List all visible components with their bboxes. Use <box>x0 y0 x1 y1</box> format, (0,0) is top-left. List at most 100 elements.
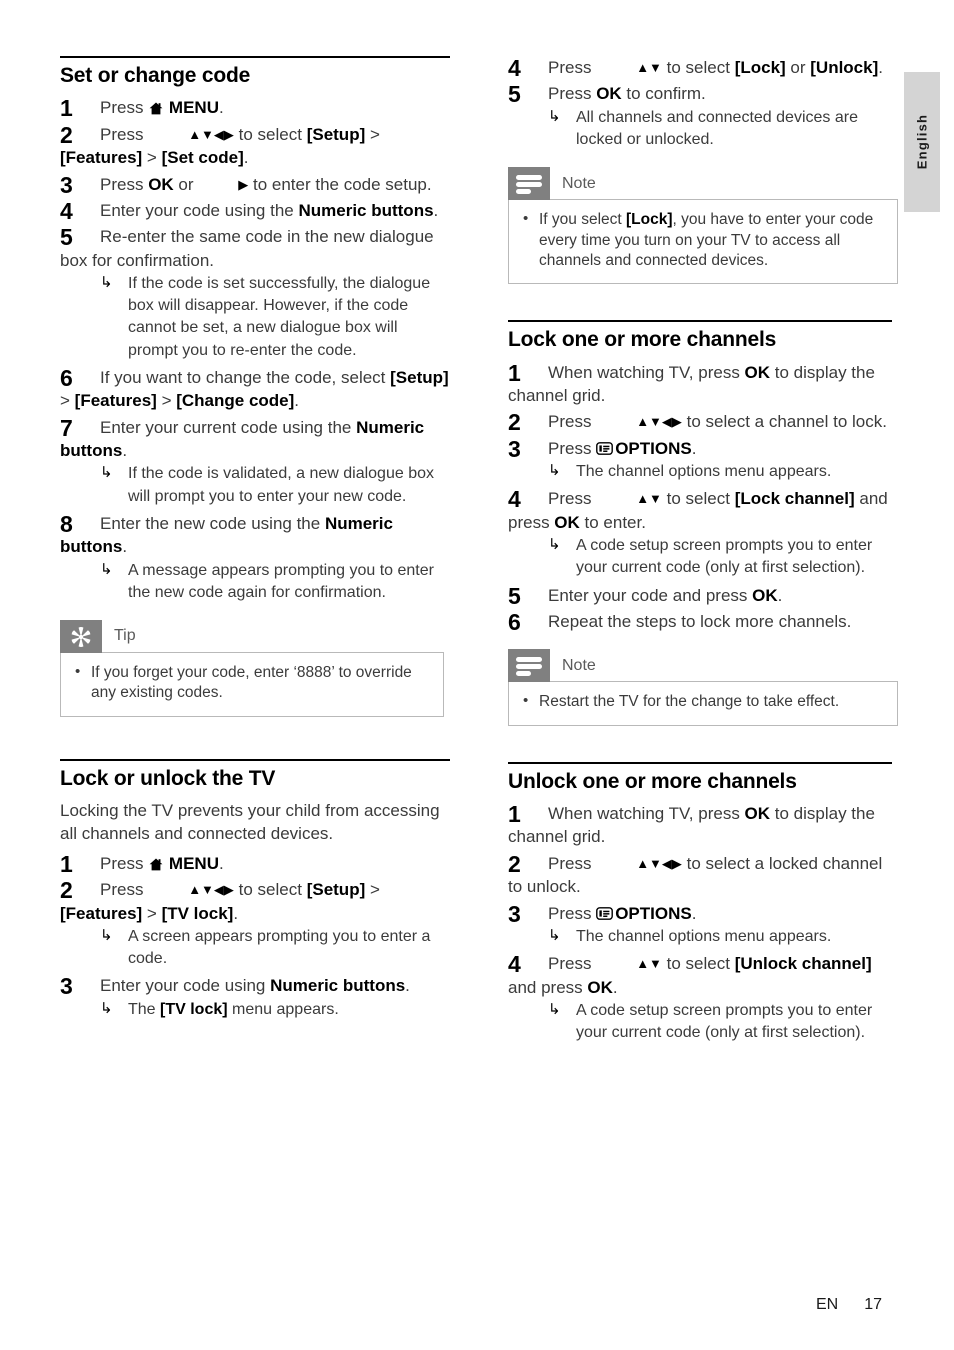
step-number: 2 <box>508 850 521 877</box>
home-icon <box>149 858 163 871</box>
callout-list: • Restart the TV for the change to take e… <box>521 692 885 712</box>
emphasis-text: [Unlock] <box>810 58 879 77</box>
step-result-list: ↳ A code setup screen prompts you to ente… <box>548 535 898 579</box>
step-number: 3 <box>508 900 521 927</box>
step-item: 8 Enter the new code using the Numeric bu… <box>60 511 450 604</box>
callout-item-text: If you forget your code, enter ‘8888’ to… <box>91 663 412 702</box>
emphasis-text: MENU <box>164 853 219 873</box>
language-tab: English <box>904 72 940 212</box>
step-result-text: A screen appears prompting you to enter … <box>128 927 431 968</box>
dpad-arrows-icon: ▶ <box>238 176 249 192</box>
note-callout-restart-tv: Note • Restart the TV for the change to ta… <box>508 649 898 726</box>
emphasis-text: [Features] <box>74 391 157 411</box>
step-result-list: ↳ The [TV lock] menu appears. <box>100 999 450 1021</box>
note-callout: Note • Restart the TV for the change to ta… <box>508 649 898 726</box>
step-result-text: If the code is set successfully, the dia… <box>128 275 431 359</box>
emphasis-text: Numeric buttons <box>60 513 393 557</box>
note-lines-icon <box>508 167 550 201</box>
section-title-lock-or-unlock-tv: Lock or unlock the TV <box>60 766 276 790</box>
step-text: Press MENU. <box>100 853 224 873</box>
dpad-arrows-icon: ▲▼ <box>636 491 662 507</box>
section-rule <box>60 56 450 58</box>
callout-list-item: • If you forget your code, enter ‘8888’ t… <box>73 663 431 704</box>
dpad-arrows-icon: ▲▼◀▶ <box>188 882 234 898</box>
section-title-set-or-change-code: Set or change code <box>60 64 251 87</box>
hook-arrow-icon: ↳ <box>100 274 113 292</box>
dpad-arrows-icon: ▲▼◀▶ <box>636 414 682 430</box>
step-result-item: ↳ All channels and connected devices are … <box>548 107 898 151</box>
step-text: Re-enter the same code in the new dialog… <box>60 227 434 270</box>
emphasis-text: [Lock channel] <box>734 489 855 509</box>
steps-lock-or-unlock-tv-continued: 4 Press ▲▼ to select [Lock] or [Unlock]. 5… <box>508 55 898 151</box>
steps-set-or-change-code: 1 Press MENU. 2 Press ▲▼◀▶ to select [Setup… <box>60 95 450 604</box>
step-list: 1 When watching TV, press OK to display t… <box>508 801 898 1044</box>
step-result-text: The channel options menu appears. <box>576 928 832 946</box>
emphasis-text: OPTIONS <box>615 438 692 458</box>
emphasis-text: [Change code] <box>176 391 295 411</box>
step-item: 4 Press ▲▼ to select [Lock channel] and p… <box>508 486 898 579</box>
step-result-text: All channels and connected devices are l… <box>576 108 858 148</box>
step-item: 3 Press OPTIONS. ↳ The channel options menu… <box>508 436 898 484</box>
step-text: When watching TV, press OK to display th… <box>508 804 875 847</box>
step-text: Press OPTIONS. <box>548 438 697 458</box>
step-result-text: If the code is validated, a new dialogue… <box>128 465 434 505</box>
callout-label: Note <box>562 656 596 674</box>
left-column: Set or change code 1 Press MENU. 2 Press ▲▼… <box>60 56 450 1025</box>
section-title-unlock-channels: Unlock one or more channels <box>508 769 797 793</box>
callout-header: Tip <box>60 619 450 653</box>
step-text: Enter your current code using the Numeri… <box>60 417 425 460</box>
step-result-item: ↳ If the code is set successfully, the di… <box>100 273 450 361</box>
step-item: 2 Press ▲▼◀▶ to select a locked channel t… <box>508 850 898 899</box>
step-result-list: ↳ If the code is set successfully, the di… <box>100 273 450 361</box>
section-rule <box>508 320 892 323</box>
step-list: 4 Press ▲▼ to select [Lock] or [Unlock]. 5… <box>508 55 898 151</box>
callout-list-item: • Restart the TV for the change to take e… <box>521 692 885 712</box>
step-result-item: ↳ If the code is validated, a new dialogu… <box>100 463 450 507</box>
bullet-icon: • <box>523 692 529 710</box>
tip-callout-forgot-code: Tip • If you forget your code, enter ‘8888… <box>60 619 450 717</box>
steps-unlock-channels: 1 When watching TV, press OK to display t… <box>508 801 898 1044</box>
note-callout: Note • If you select [Lock], you have to e… <box>508 167 898 285</box>
steps-lock-or-unlock-tv: 1 Press MENU. 2 Press ▲▼◀▶ to select [Setup… <box>60 851 450 1021</box>
steps-lock-channels: 1 When watching TV, press OK to display t… <box>508 360 898 635</box>
tip-callout: Tip • If you forget your code, enter ‘8888… <box>60 619 450 717</box>
callout-header: Note <box>508 649 898 683</box>
step-result-list: ↳ All channels and connected devices are … <box>548 107 898 151</box>
step-text: Press MENU. <box>100 98 224 118</box>
step-number: 4 <box>508 951 521 978</box>
dpad-arrows-icon: ▲▼◀▶ <box>636 855 682 871</box>
step-item: 1 When watching TV, press OK to display t… <box>508 360 898 408</box>
options-icon <box>596 442 614 455</box>
step-item: 4 Enter your code using the Numeric butto… <box>60 198 450 224</box>
hook-arrow-icon: ↳ <box>548 536 561 554</box>
step-result-text: The channel options menu appears. <box>576 463 832 481</box>
callout-label: Tip <box>114 627 136 645</box>
step-item: 6 If you want to change the code, select … <box>60 365 450 413</box>
emphasis-text: [Lock] <box>626 211 673 229</box>
step-number: 6 <box>508 608 521 635</box>
step-result-list: ↳ If the code is validated, a new dialogu… <box>100 463 450 507</box>
step-text: Press OK to confirm. <box>548 84 706 104</box>
step-number: 3 <box>60 973 73 1000</box>
callout-list: • If you forget your code, enter ‘8888’ t… <box>73 663 431 704</box>
emphasis-text: OK <box>148 174 174 194</box>
step-text: Enter your code using the Numeric button… <box>100 200 439 220</box>
manual-page: English Set or change code 1 Press MENU. 2… <box>0 0 954 1350</box>
step-text: Repeat the steps to lock more channels. <box>548 611 852 631</box>
step-number: 1 <box>508 801 521 828</box>
emphasis-text: [TV lock] <box>161 903 234 923</box>
step-text: Press ▲▼◀▶ to select [Setup] > [Features… <box>60 124 380 168</box>
step-text: Press ▲▼ to select [Lock channel] and pr… <box>508 489 888 532</box>
step-item: 2 Press ▲▼◀▶ to select [Setup] > [Feature… <box>60 877 450 970</box>
dpad-arrows-icon: ▲▼ <box>636 956 662 972</box>
emphasis-text: [Setup] <box>306 124 366 144</box>
emphasis-text: [Set code] <box>161 148 244 168</box>
callout-list-item: • If you select [Lock], you have to enter… <box>521 210 885 271</box>
note-callout-lock-requires-code: Note • If you select [Lock], you have to e… <box>508 167 898 285</box>
step-item: 1 When watching TV, press OK to display t… <box>508 801 898 849</box>
step-item: 2 Press ▲▼◀▶ to select [Setup] > [Feature… <box>60 122 450 170</box>
step-number: 7 <box>60 414 73 441</box>
step-item: 5 Enter your code and press OK. <box>508 583 898 609</box>
step-number: 5 <box>60 224 73 251</box>
dpad-arrows-icon: ▲▼ <box>636 60 662 75</box>
